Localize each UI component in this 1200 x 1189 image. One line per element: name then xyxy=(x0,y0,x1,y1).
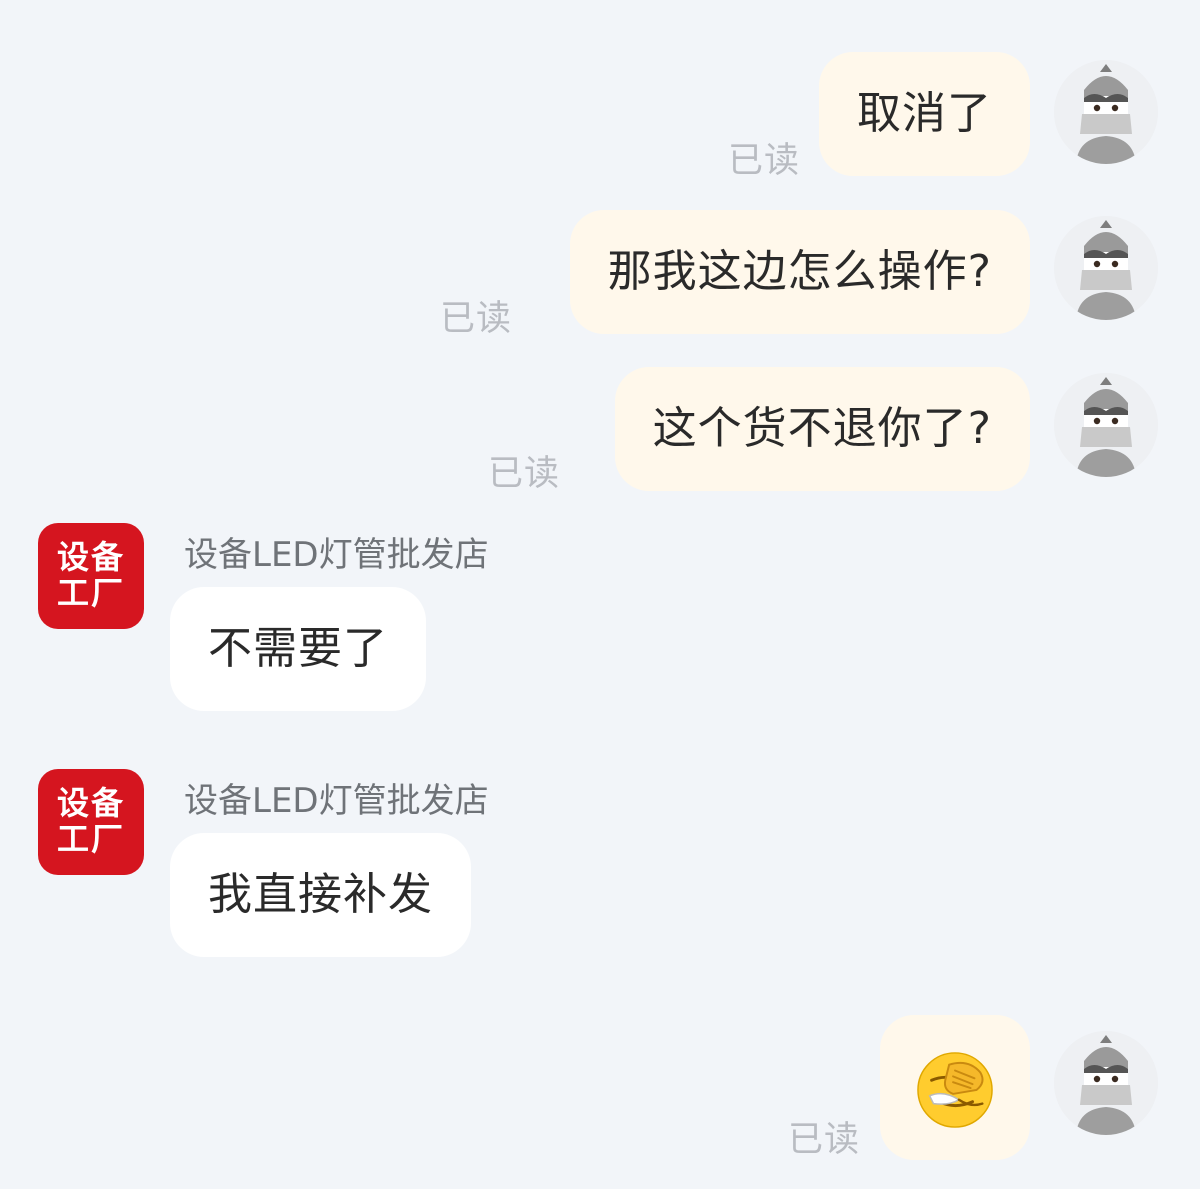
chat-message-list[interactable]: 已读 取消了 已读 那我这边怎么操作? 已读 这个货不退你了? 设备 工厂 设备… xyxy=(0,0,1200,1189)
user-avatar[interactable] xyxy=(1054,60,1158,164)
message-bubble-incoming[interactable]: 我直接补发 xyxy=(170,833,471,957)
message-row-outgoing: 已读 这个货不退你了? xyxy=(0,367,1200,497)
message-bubble-emoji[interactable] xyxy=(880,1015,1030,1160)
shop-avatar-line2: 工厂 xyxy=(56,820,125,858)
user-avatar[interactable] xyxy=(1054,1031,1158,1135)
message-row-outgoing: 已读 取消了 xyxy=(0,52,1200,182)
message-bubble-outgoing[interactable]: 那我这边怎么操作? xyxy=(569,210,1030,334)
ninja-avatar-icon xyxy=(1054,60,1158,164)
ninja-avatar-icon xyxy=(1054,373,1158,477)
face-with-hand-over-eyes-emoji-icon xyxy=(917,1052,993,1128)
message-row-incoming: 设备 工厂 设备LED灯管批发店 不需要了 xyxy=(0,523,1200,713)
ninja-avatar-icon xyxy=(1054,216,1158,320)
read-status: 已读 xyxy=(439,299,512,339)
read-status: 已读 xyxy=(727,141,800,181)
shop-avatar-line1: 设备 xyxy=(56,538,125,576)
message-row-outgoing: 已读 xyxy=(0,1015,1200,1160)
message-bubble-incoming[interactable]: 不需要了 xyxy=(170,587,426,711)
shop-avatar-line2: 工厂 xyxy=(56,574,125,612)
message-row-outgoing: 已读 那我这边怎么操作? xyxy=(0,210,1200,340)
ninja-avatar-icon xyxy=(1054,1031,1158,1135)
message-bubble-outgoing[interactable]: 取消了 xyxy=(819,52,1030,176)
read-status: 已读 xyxy=(787,1120,860,1160)
sender-name: 设备LED灯管批发店 xyxy=(184,781,489,821)
message-row-incoming: 设备 工厂 设备LED灯管批发店 我直接补发 xyxy=(0,769,1200,959)
message-bubble-outgoing[interactable]: 这个货不退你了? xyxy=(614,367,1030,491)
shop-avatar-line1: 设备 xyxy=(56,784,125,822)
sender-name: 设备LED灯管批发店 xyxy=(184,535,489,575)
shop-avatar[interactable]: 设备 工厂 xyxy=(38,523,144,629)
read-status: 已读 xyxy=(487,454,560,494)
shop-avatar[interactable]: 设备 工厂 xyxy=(38,769,144,875)
user-avatar[interactable] xyxy=(1054,373,1158,477)
user-avatar[interactable] xyxy=(1054,216,1158,320)
